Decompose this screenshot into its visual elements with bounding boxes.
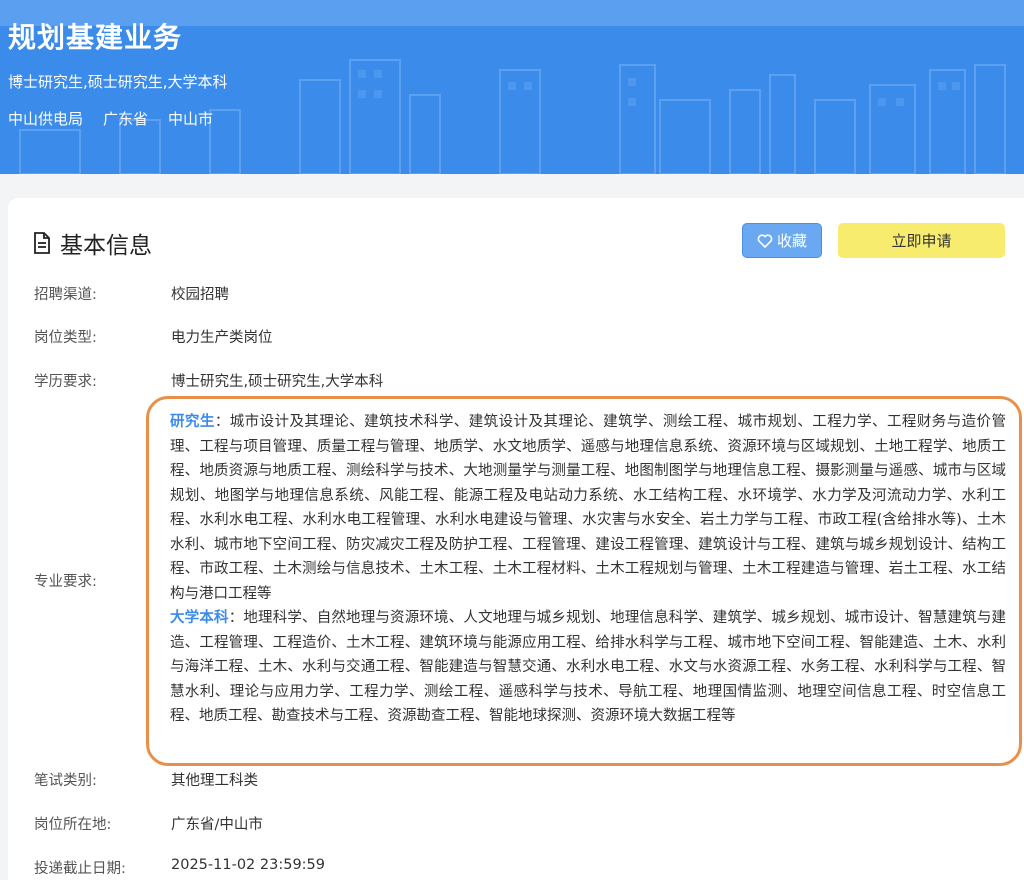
grad-majors: ：城市设计及其理论、建筑技术科学、建筑设计及其理论、建筑学、测绘工程、城市规划、… <box>170 414 1006 602</box>
undergrad-tag: 大学本科 <box>170 610 229 626</box>
job-type-value: 电力生产类岗位 <box>171 330 273 346</box>
major-label: 专业要求: <box>34 574 97 590</box>
header-banner: 规划基建业务 博士研究生,硕士研究生,大学本科 中山供电局 广东省 中山市 <box>0 0 1024 174</box>
heart-icon <box>757 233 773 248</box>
favorite-label: 收藏 <box>776 232 807 250</box>
location-label: 岗位所在地: <box>34 817 112 833</box>
document-icon <box>34 232 50 254</box>
header-province: 广东省 <box>103 110 149 128</box>
education-label: 学历要求: <box>34 374 97 390</box>
exam-value: 其他理工科类 <box>171 773 258 789</box>
location-value: 广东省/中山市 <box>171 817 263 833</box>
favorite-button[interactable]: 收藏 <box>742 223 822 258</box>
header-city: 中山市 <box>168 110 214 128</box>
exam-label: 笔试类别: <box>34 773 97 789</box>
channel-value: 校园招聘 <box>171 287 229 303</box>
education-value: 博士研究生,硕士研究生,大学本科 <box>171 374 384 390</box>
header-company: 中山供电局 <box>8 110 84 128</box>
grad-tag: 研究生 <box>170 414 215 430</box>
section-header: 基本信息 <box>32 226 152 260</box>
job-title: 规划基建业务 <box>8 21 183 54</box>
deadline-value: 2025-11-02 23:59:59 <box>171 857 325 873</box>
apply-button[interactable]: 立即申请 <box>838 223 1005 258</box>
job-type-label: 岗位类型: <box>34 330 97 346</box>
undergrad-majors: ：地理科学、自然地理与资源环境、人文地理与城乡规划、地理信息科学、建筑学、城乡规… <box>170 610 1007 724</box>
section-title: 基本信息 <box>60 233 152 259</box>
header-education: 博士研究生,硕士研究生,大学本科 <box>8 73 228 91</box>
major-requirements: 研究生：城市设计及其理论、建筑技术科学、建筑设计及其理论、建筑学、测绘工程、城市… <box>170 410 1006 729</box>
header-meta: 中山供电局 广东省 中山市 <box>8 108 233 129</box>
channel-label: 招聘渠道: <box>34 287 97 303</box>
deadline-label: 投递截止日期: <box>34 861 126 877</box>
